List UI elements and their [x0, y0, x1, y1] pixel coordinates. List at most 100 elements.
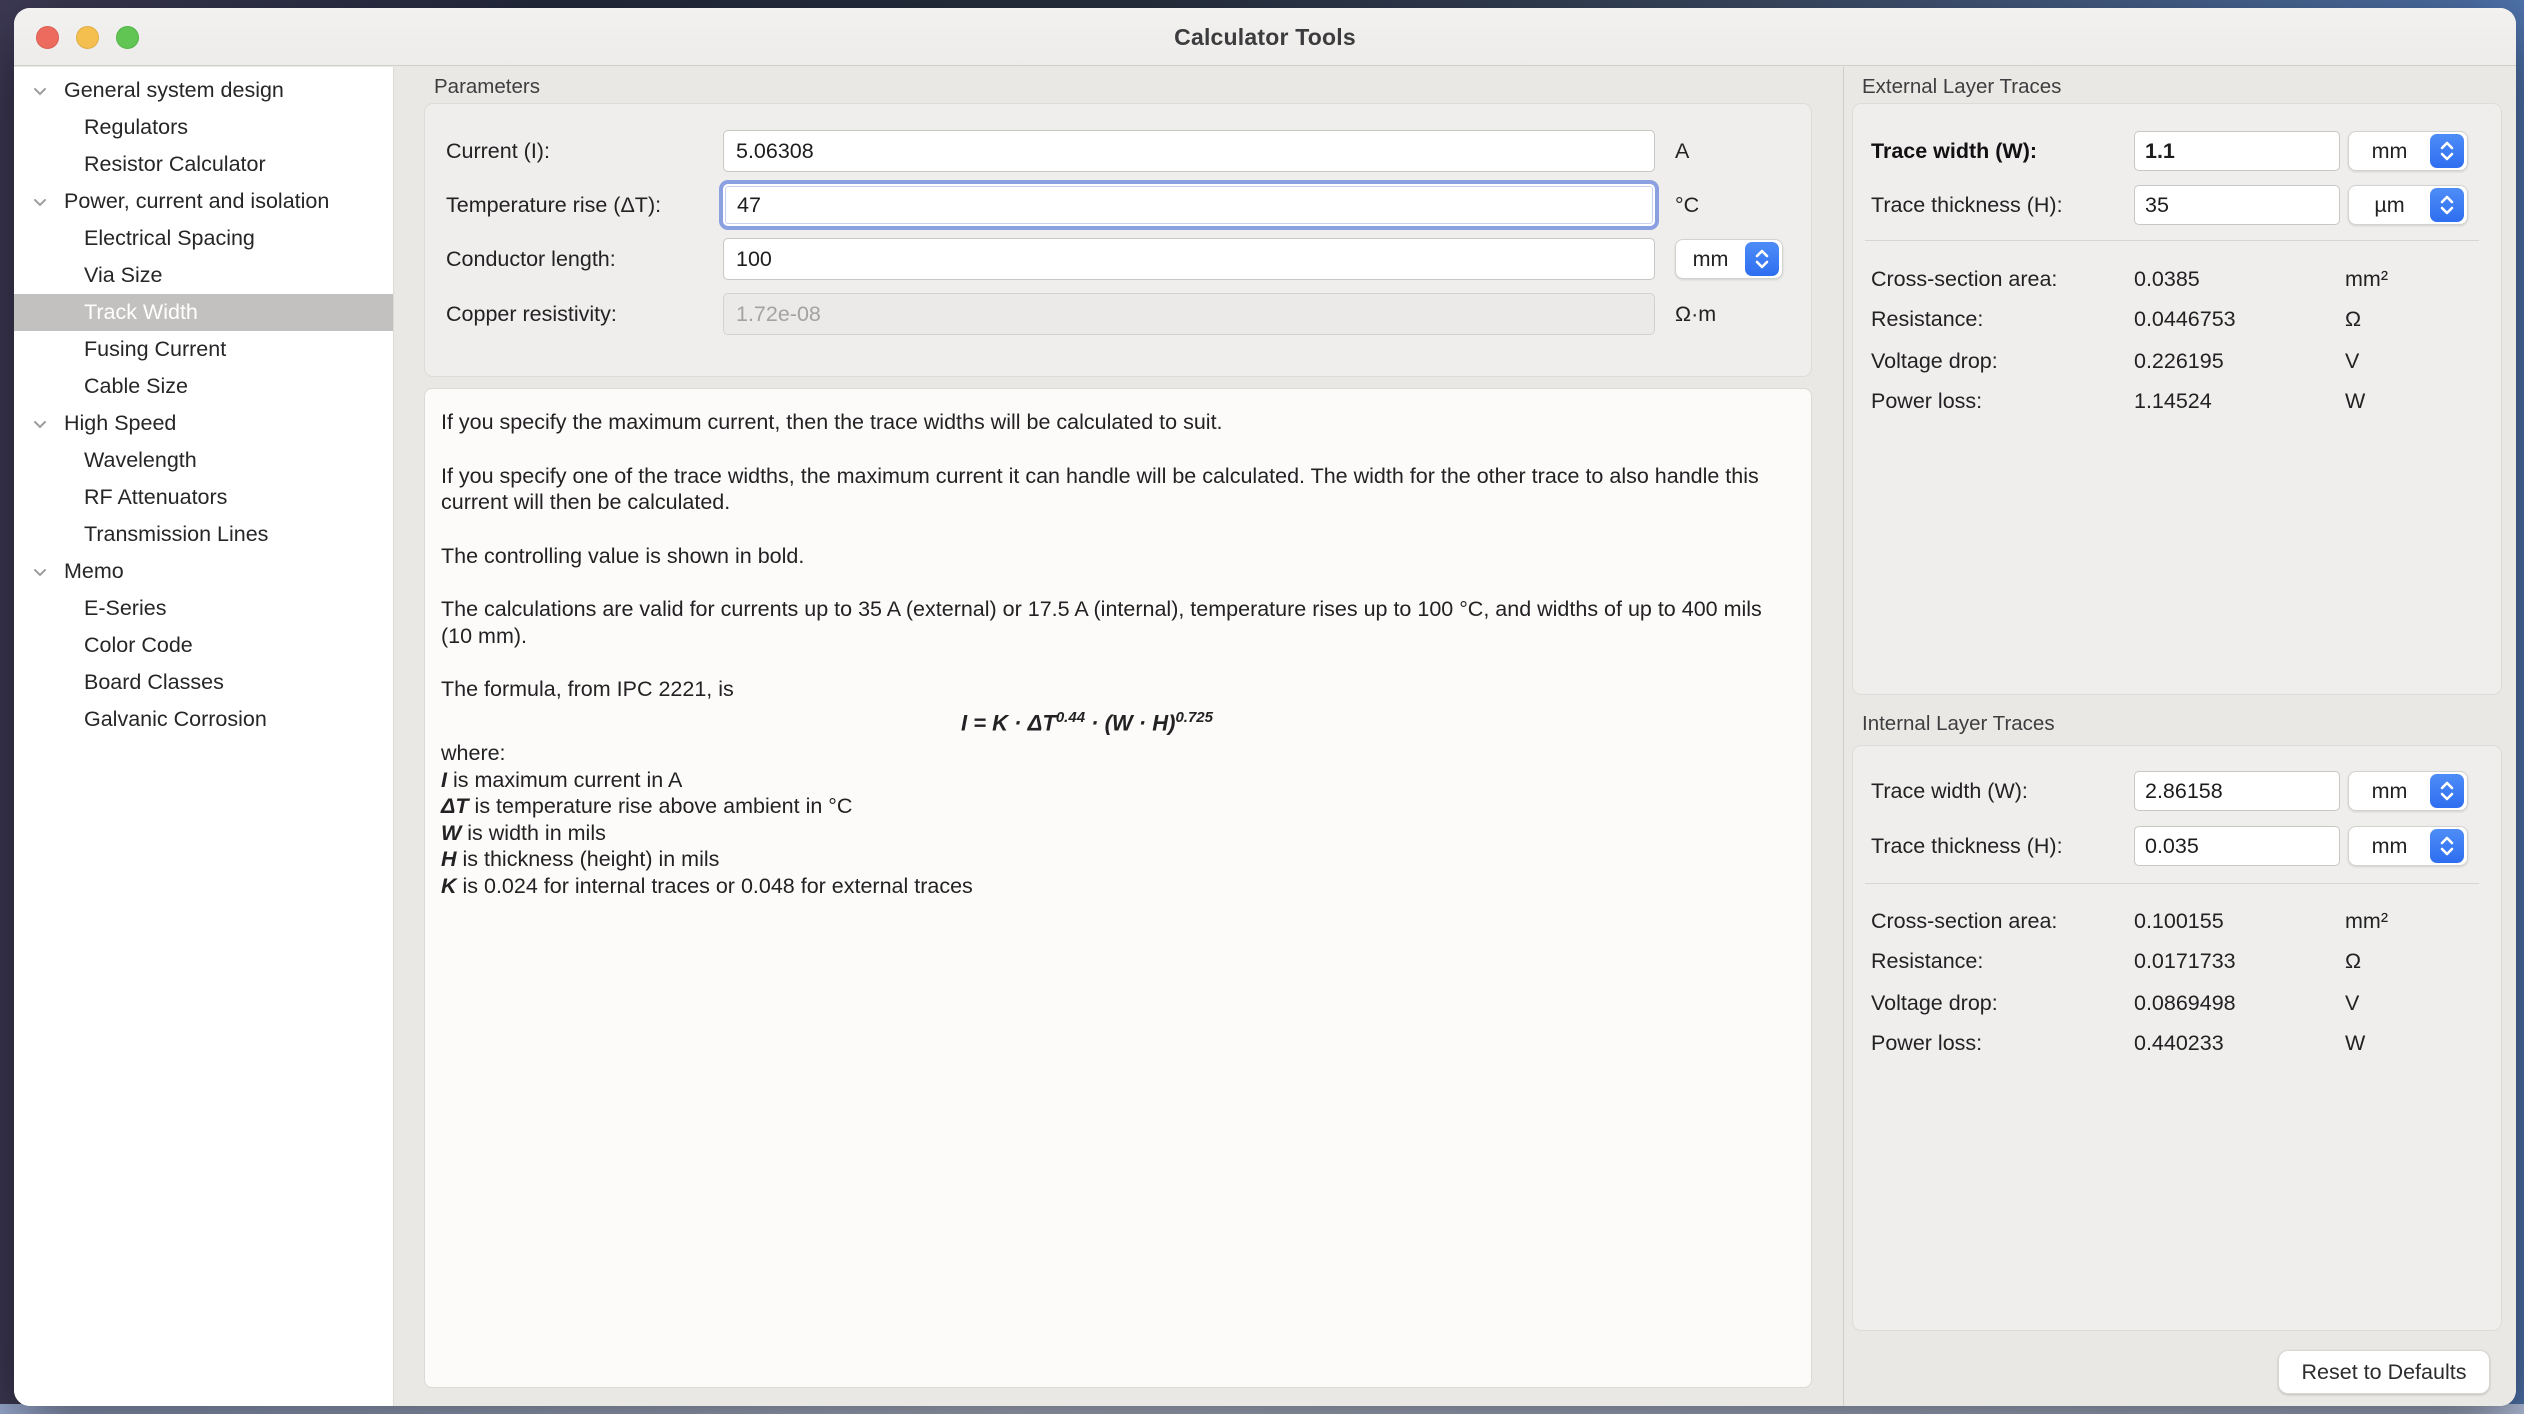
internal-trace-width-unit-value: mm: [2349, 779, 2430, 804]
where-label: where:: [441, 740, 1795, 767]
internal-trace-width-label: Trace width (W):: [1871, 771, 2028, 811]
stepper-chevrons-icon: [2430, 774, 2464, 808]
copper-resistivity-label: Copper resistivity:: [446, 293, 617, 335]
conductor-length-label: Conductor length:: [446, 238, 616, 280]
conductor-length-input[interactable]: [723, 238, 1655, 280]
help-paragraph: If you specify the maximum current, then…: [441, 409, 1771, 436]
sidebar-item-wavelength[interactable]: Wavelength: [14, 442, 393, 479]
external-trace-thickness-label: Trace thickness (H):: [1871, 185, 2063, 225]
sidebar-item-label: Wavelength: [14, 448, 197, 473]
external-trace-width-label: Trace width (W):: [1871, 131, 2037, 171]
chevron-down-icon: [31, 564, 49, 582]
sidebar-item-fusing-current[interactable]: Fusing Current: [14, 331, 393, 368]
conductor-length-unit-dropdown[interactable]: mm: [1675, 239, 1783, 279]
internal-layer-traces-label: Internal Layer Traces: [1862, 712, 2055, 736]
sidebar-item-via-size[interactable]: Via Size: [14, 257, 393, 294]
help-text-box: If you specify the maximum current, then…: [424, 388, 1812, 1388]
chevron-down-icon: [31, 194, 49, 212]
divider: [1865, 883, 2479, 884]
sidebar-item-label: Power, current and isolation: [14, 189, 329, 214]
help-paragraph: The calculations are valid for currents …: [441, 596, 1771, 649]
external-trace-width-unit-dropdown[interactable]: mm: [2348, 131, 2468, 171]
internal-result-row: Voltage drop:0.0869498V: [1853, 987, 2501, 1019]
help-paragraph: The controlling value is shown in bold.: [441, 543, 1771, 570]
internal-trace-thickness-unit-value: mm: [2349, 834, 2430, 859]
conductor-length-unit-value: mm: [1676, 247, 1745, 272]
external-result-row: Power loss:1.14524W: [1853, 385, 2501, 417]
sidebar-item-label: Resistor Calculator: [14, 152, 266, 177]
internal-trace-width-unit-dropdown[interactable]: mm: [2348, 771, 2468, 811]
internal-trace-width-input[interactable]: [2134, 771, 2340, 811]
close-button[interactable]: [36, 26, 59, 49]
minimize-button[interactable]: [76, 26, 99, 49]
external-result-row: Cross-section area:0.0385mm²: [1853, 263, 2501, 295]
calculator-tree-sidebar: General system design Regulators Resisto…: [14, 67, 394, 1406]
reset-to-defaults-button[interactable]: Reset to Defaults: [2278, 1350, 2490, 1394]
sidebar-item-general-system-design[interactable]: General system design: [14, 72, 393, 109]
temperature-rise-label: Temperature rise (ΔT):: [446, 184, 661, 226]
sidebar-item-label: Color Code: [14, 633, 193, 658]
sidebar-item-label: General system design: [14, 78, 284, 103]
external-trace-width-input[interactable]: [2134, 131, 2340, 171]
external-trace-thickness-unit-dropdown[interactable]: µm: [2348, 185, 2468, 225]
sidebar-item-label: RF Attenuators: [14, 485, 227, 510]
sidebar-item-galvanic-corrosion[interactable]: Galvanic Corrosion: [14, 701, 393, 738]
sidebar-item-power-current-isolation[interactable]: Power, current and isolation: [14, 183, 393, 220]
sidebar-item-label: Cable Size: [14, 374, 188, 399]
sidebar-item-track-width[interactable]: Track Width: [14, 294, 393, 331]
parameters-section-label: Parameters: [434, 75, 540, 99]
sidebar-item-e-series[interactable]: E-Series: [14, 590, 393, 627]
current-unit: A: [1675, 130, 1689, 172]
calculator-tools-window: Calculator Tools General system design R…: [14, 8, 2516, 1406]
stepper-chevrons-icon: [1745, 242, 1779, 276]
external-trace-thickness-input[interactable]: [2134, 185, 2340, 225]
zoom-button[interactable]: [116, 26, 139, 49]
window-title: Calculator Tools: [14, 8, 2516, 66]
internal-result-row: Cross-section area:0.100155mm²: [1853, 905, 2501, 937]
sidebar-item-label: Fusing Current: [14, 337, 226, 362]
sidebar-item-electrical-spacing[interactable]: Electrical Spacing: [14, 220, 393, 257]
sidebar-item-high-speed[interactable]: High Speed: [14, 405, 393, 442]
sidebar-item-label: Galvanic Corrosion: [14, 707, 267, 732]
sidebar-item-color-code[interactable]: Color Code: [14, 627, 393, 664]
sidebar-item-label: E-Series: [14, 596, 166, 621]
external-layer-traces-label: External Layer Traces: [1862, 75, 2061, 99]
where-definition: W is width in mils: [441, 820, 1795, 847]
trace-results-panel: External Layer Traces Trace width (W): m…: [1843, 67, 2516, 1406]
traffic-lights: [36, 26, 139, 49]
internal-trace-thickness-unit-dropdown[interactable]: mm: [2348, 826, 2468, 866]
ipc2221-formula: I = K · ΔT0.44 · (W · H)0.725: [961, 705, 1795, 737]
sidebar-item-cable-size[interactable]: Cable Size: [14, 368, 393, 405]
stepper-chevrons-icon: [2430, 134, 2464, 168]
parameters-groupbox: Current (I): A Temperature rise (ΔT): °C…: [424, 103, 1812, 377]
where-definition: K is 0.024 for internal traces or 0.048 …: [441, 873, 1795, 900]
external-result-row: Voltage drop:0.226195V: [1853, 345, 2501, 377]
sidebar-item-label: Transmission Lines: [14, 522, 268, 547]
external-trace-thickness-unit-value: µm: [2349, 193, 2430, 218]
sidebar-item-resistor-calculator[interactable]: Resistor Calculator: [14, 146, 393, 183]
temperature-rise-unit: °C: [1675, 184, 1699, 226]
sidebar-item-regulators[interactable]: Regulators: [14, 109, 393, 146]
copper-resistivity-unit: Ω·m: [1675, 293, 1716, 335]
divider: [1865, 240, 2479, 241]
sidebar-item-board-classes[interactable]: Board Classes: [14, 664, 393, 701]
chevron-down-icon: [31, 83, 49, 101]
track-width-calculator-panel: Parameters Current (I): A Temperature ri…: [394, 67, 1843, 1406]
where-definition: I is maximum current in A: [441, 767, 1795, 794]
temperature-rise-input[interactable]: [723, 184, 1655, 226]
chevron-down-icon: [31, 416, 49, 434]
internal-trace-thickness-input[interactable]: [2134, 826, 2340, 866]
current-input[interactable]: [723, 130, 1655, 172]
stepper-chevrons-icon: [2430, 829, 2464, 863]
help-paragraph: If you specify one of the trace widths, …: [441, 463, 1771, 516]
where-definition: ΔT is temperature rise above ambient in …: [441, 793, 1795, 820]
sidebar-item-memo[interactable]: Memo: [14, 553, 393, 590]
sidebar-item-label: Via Size: [14, 263, 162, 288]
internal-trace-thickness-label: Trace thickness (H):: [1871, 826, 2063, 866]
stepper-chevrons-icon: [2430, 188, 2464, 222]
sidebar-item-transmission-lines[interactable]: Transmission Lines: [14, 516, 393, 553]
sidebar-item-label: Regulators: [14, 115, 188, 140]
sidebar-item-rf-attenuators[interactable]: RF Attenuators: [14, 479, 393, 516]
external-result-row: Resistance:0.0446753Ω: [1853, 303, 2501, 335]
current-label: Current (I):: [446, 130, 550, 172]
